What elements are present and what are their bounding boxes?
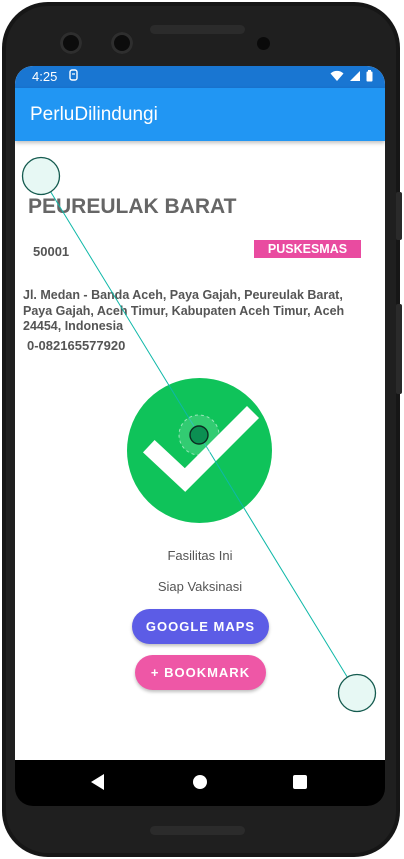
app-title: PerluDilindungi — [30, 104, 158, 125]
facility-type-badge: PUSKESMAS — [254, 240, 361, 258]
facility-name: PEUREULAK BARAT — [28, 195, 237, 218]
proximity-sensor — [257, 37, 270, 50]
sim-icon — [69, 69, 78, 84]
bookmark-button[interactable]: + BOOKMARK — [135, 655, 266, 690]
facility-phone: 0-082165577920 — [27, 338, 126, 353]
home-icon[interactable] — [193, 775, 207, 789]
google-maps-button[interactable]: GOOGLE MAPS — [132, 609, 269, 644]
ready-status-badge — [127, 378, 272, 523]
facility-address: Jl. Medan - Banda Aceh, Paya Gajah, Peur… — [23, 288, 345, 333]
app-screen: 4:25 PerluDilindungi PEUREULAK BARAT 500… — [15, 66, 385, 760]
wifi-icon — [330, 70, 344, 81]
volume-button — [396, 304, 402, 394]
battery-icon — [366, 70, 373, 82]
power-button — [396, 192, 402, 240]
recents-icon[interactable] — [293, 775, 307, 789]
back-icon[interactable] — [91, 774, 104, 790]
status-bar: 4:25 — [15, 66, 385, 88]
status-icons — [330, 70, 373, 82]
checkmark-icon — [142, 405, 260, 492]
status-line-2: Siap Vaksinasi — [157, 579, 243, 594]
facility-code: 50001 — [33, 244, 70, 259]
app-bar: PerluDilindungi — [15, 88, 385, 141]
front-camera — [60, 32, 82, 54]
signal-icon — [350, 71, 360, 81]
earpiece-speaker — [150, 25, 245, 34]
bottom-speaker — [150, 826, 245, 835]
front-sensor — [111, 32, 133, 54]
navigation-bar — [15, 760, 385, 806]
status-line-1: Fasilitas Ini — [167, 548, 233, 563]
status-time: 4:25 — [32, 69, 58, 84]
